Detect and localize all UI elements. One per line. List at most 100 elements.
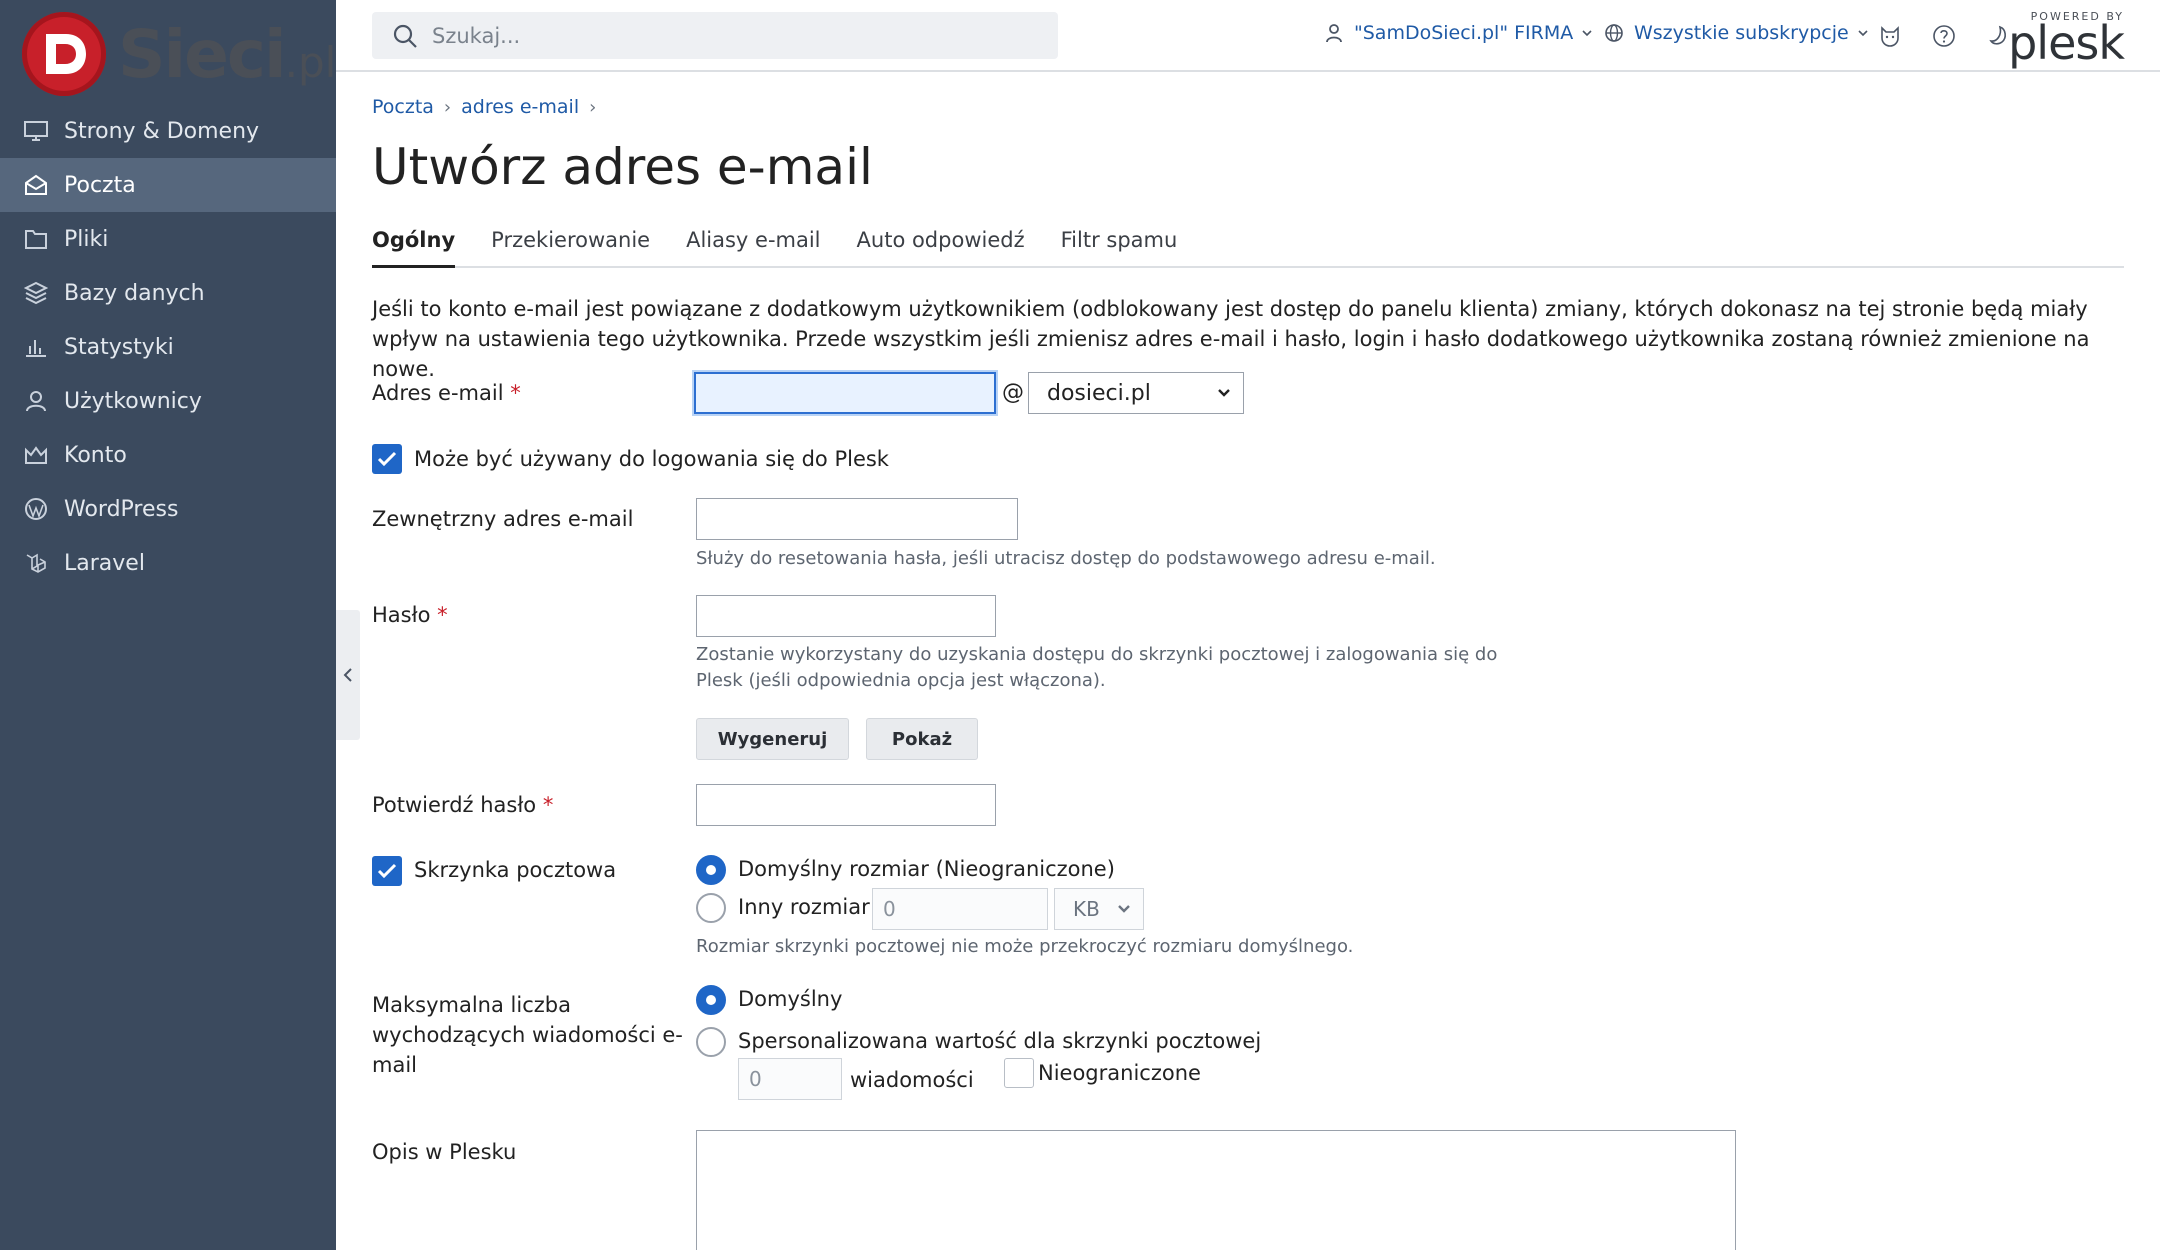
- sidebar-item-wordpress[interactable]: WordPress: [0, 482, 336, 536]
- tab-bar: Ogólny Przekierowanie Aliasy e-mail Auto…: [372, 228, 2124, 268]
- user-icon: [1326, 24, 1342, 43]
- external-email-hint: Służy do resetowania hasła, jeśli utraci…: [696, 548, 1436, 569]
- tab-aliasy[interactable]: Aliasy e-mail: [686, 228, 820, 266]
- breadcrumb-link-poczta[interactable]: Poczta: [372, 96, 434, 118]
- show-password-button[interactable]: Pokaż: [866, 718, 978, 760]
- sidebar-nav: Strony & Domeny Poczta Pliki Bazy danych…: [0, 104, 336, 590]
- sidebar-item-strony-domeny[interactable]: Strony & Domeny: [0, 104, 336, 158]
- sidebar-item-label: Poczta: [64, 172, 136, 198]
- sidebar-item-pliki[interactable]: Pliki: [0, 212, 336, 266]
- page-title: Utwórz adres e-mail: [372, 138, 873, 196]
- user-icon: [22, 387, 50, 415]
- plesk-logo: plesk: [2008, 16, 2125, 70]
- account-menu[interactable]: "SamDoSieci.pl" FIRMA: [1324, 22, 1593, 44]
- tab-auto-odpowiedz[interactable]: Auto odpowiedź: [857, 228, 1025, 266]
- search-icon: [393, 24, 417, 48]
- sidebar-item-bazy-danych[interactable]: Bazy danych: [0, 266, 336, 320]
- sidebar-item-label: Konto: [64, 442, 127, 468]
- subscriptions-menu[interactable]: Wszystkie subskrypcje: [1604, 22, 1869, 44]
- external-email-label: Zewnętrzny adres e-mail: [372, 507, 634, 531]
- confirm-password-label: Potwierdź hasło *: [372, 793, 554, 817]
- outgoing-unlimited-label: Nieograniczone: [1038, 1061, 1201, 1085]
- chevron-right-icon: ›: [589, 96, 597, 118]
- outgoing-default-radio[interactable]: [696, 985, 726, 1015]
- login-checkbox[interactable]: [372, 444, 402, 474]
- chevron-down-icon: [1582, 30, 1592, 37]
- confirm-password-field[interactable]: [696, 784, 996, 826]
- mailbox-size-unit-select[interactable]: KB: [1054, 888, 1144, 930]
- mailbox-size-hint: Rozmiar skrzynki pocztowej nie może prze…: [696, 936, 1354, 957]
- top-header: "SamDoSieci.pl" FIRMA Wszystkie subskryp…: [336, 0, 2160, 72]
- bar-chart-icon: [22, 333, 50, 361]
- password-hint-line2: Plesk (jeśli odpowiednia opcja jest włąc…: [696, 670, 1106, 691]
- mailbox-other-size-label: Inny rozmiar: [738, 895, 870, 919]
- chevron-down-icon: [1218, 389, 1230, 397]
- intro-text: Jeśli to konto e-mail jest powiązane z d…: [372, 297, 2090, 381]
- mailbox-other-size-radio[interactable]: [696, 893, 726, 923]
- password-label: Hasło *: [372, 603, 448, 627]
- mailbox-size-unit: KB: [1073, 897, 1100, 921]
- outgoing-unit-label: wiadomości: [850, 1068, 974, 1092]
- sidebar-item-uzytkownicy[interactable]: Użytkownicy: [0, 374, 336, 428]
- sidebar-item-statystyki[interactable]: Statystyki: [0, 320, 336, 374]
- generate-password-button[interactable]: Wygeneruj: [696, 718, 849, 760]
- login-checkbox-label: Może być używany do logowania się do Ple…: [414, 447, 889, 471]
- chevron-down-icon: [1118, 905, 1130, 913]
- breadcrumb-link-adres-email[interactable]: adres e-mail: [461, 96, 579, 118]
- outgoing-default-label: Domyślny: [738, 987, 843, 1011]
- domain-select[interactable]: dosieci.pl: [1028, 372, 1244, 414]
- email-field[interactable]: [694, 372, 996, 414]
- tab-filtr-spamu[interactable]: Filtr spamu: [1061, 228, 1178, 266]
- sidebar-item-laravel[interactable]: Laravel: [0, 536, 336, 590]
- sidebar-item-label: Pliki: [64, 226, 109, 252]
- subscriptions-label: Wszystkie subskrypcje: [1634, 22, 1849, 44]
- max-outgoing-label: Maksymalna liczba wychodzących wiadomośc…: [372, 993, 683, 1077]
- mailbox-size-input[interactable]: [872, 888, 1048, 930]
- domain-value: dosieci.pl: [1047, 380, 1151, 406]
- sidebar-item-label: Laravel: [64, 550, 145, 576]
- tab-przekierowanie[interactable]: Przekierowanie: [491, 228, 650, 266]
- cat-icon[interactable]: [1876, 22, 1904, 50]
- sidebar-item-label: Strony & Domeny: [64, 118, 260, 144]
- external-email-field[interactable]: [696, 498, 1018, 540]
- password-hint-line1: Zostanie wykorzystany do uzyskania dostę…: [696, 644, 1498, 665]
- chevron-left-icon: [343, 668, 352, 682]
- outgoing-unlimited-checkbox[interactable]: [1004, 1058, 1034, 1088]
- monitor-icon: [22, 117, 50, 145]
- breadcrumb: Poczta › adres e-mail ›: [372, 96, 2124, 118]
- mailbox-checkbox[interactable]: [372, 856, 402, 886]
- search-bar[interactable]: [372, 12, 1058, 59]
- crown-icon: [22, 441, 50, 469]
- outgoing-value-input[interactable]: [738, 1058, 842, 1100]
- account-label: "SamDoSieci.pl" FIRMA: [1354, 22, 1574, 44]
- laravel-icon: [22, 549, 50, 577]
- sidebar-item-poczta[interactable]: Poczta: [0, 158, 336, 212]
- checkmark-icon: [377, 863, 397, 879]
- mail-icon: [22, 171, 50, 199]
- folder-icon: [22, 225, 50, 253]
- sidebar-collapse-button[interactable]: [336, 610, 360, 740]
- sidebar-item-label: Statystyki: [64, 334, 174, 360]
- globe-icon: [1605, 24, 1623, 42]
- sidebar-item-konto[interactable]: Konto: [0, 428, 336, 482]
- powered-by-plesk[interactable]: POWERED BY plesk: [2008, 10, 2125, 70]
- password-field[interactable]: [696, 595, 996, 637]
- sidebar-item-label: WordPress: [64, 496, 179, 522]
- tab-ogolny[interactable]: Ogólny: [372, 228, 456, 268]
- mailbox-checkbox-label: Skrzynka pocztowa: [414, 858, 617, 882]
- outgoing-custom-radio[interactable]: [696, 1027, 726, 1057]
- description-textarea[interactable]: [696, 1130, 1736, 1250]
- email-label: Adres e-mail *: [372, 381, 521, 405]
- mailbox-default-size-label: Domyślny rozmiar (Nieograniczone): [738, 857, 1115, 881]
- search-input[interactable]: [432, 23, 1032, 48]
- logo-text: Sieci.pl: [118, 15, 337, 93]
- sidebar: Sieci.pl Strony & Domeny Poczta Pliki Ba…: [0, 0, 336, 1250]
- outgoing-custom-label: Spersonalizowana wartość dla skrzynki po…: [738, 1029, 1262, 1053]
- help-icon[interactable]: [1930, 22, 1958, 50]
- brand-logo[interactable]: Sieci.pl: [22, 12, 336, 96]
- sidebar-item-label: Bazy danych: [64, 280, 205, 306]
- at-sign: @: [1002, 380, 1024, 405]
- database-icon: [22, 279, 50, 307]
- sidebar-item-label: Użytkownicy: [64, 388, 202, 414]
- mailbox-default-size-radio[interactable]: [696, 855, 726, 885]
